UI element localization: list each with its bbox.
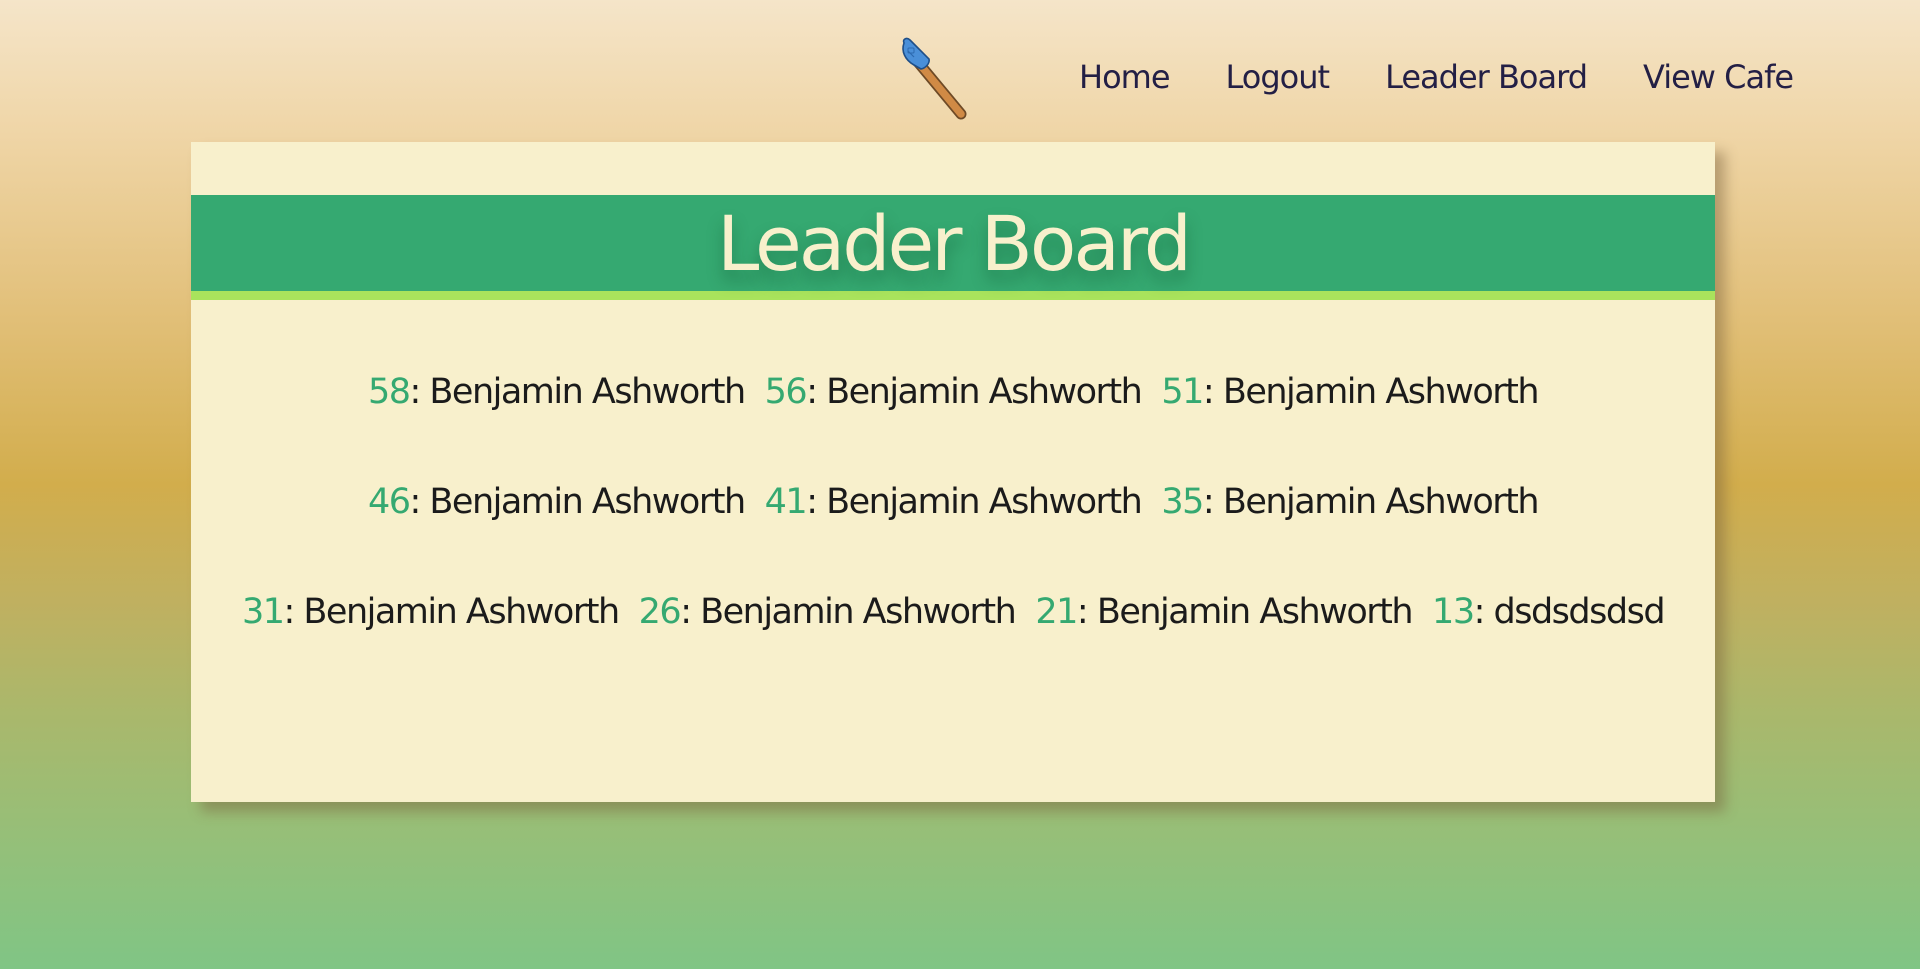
leaderboard-entry: 26: Benjamin Ashworth	[638, 580, 1017, 644]
entry-name: Benjamin Ashworth	[700, 592, 1017, 632]
entry-name: Benjamin Ashworth	[429, 482, 746, 522]
entry-name: Benjamin Ashworth	[429, 372, 746, 412]
entry-name: dsdsdsdsd	[1493, 592, 1666, 632]
entry-score: 31	[241, 592, 285, 632]
nav-home-link[interactable]: Home	[1079, 58, 1170, 96]
leaderboard-entry: 35: Benjamin Ashworth	[1161, 470, 1540, 534]
leaderboard-entry: 58: Benjamin Ashworth	[367, 360, 746, 424]
entry-separator: :	[283, 592, 304, 632]
entry-score: 26	[638, 592, 682, 632]
leaderboard-entry: 13: dsdsdsdsd	[1432, 580, 1666, 644]
entry-score: 56	[764, 372, 808, 412]
entry-score: 46	[367, 482, 411, 522]
entry-score: 58	[367, 372, 411, 412]
entry-score: 13	[1432, 592, 1475, 632]
entry-separator: :	[806, 482, 827, 522]
leaderboard-card: Leader Board 58: Benjamin Ashworth 56: B…	[191, 142, 1715, 802]
nav-logout-link[interactable]: Logout	[1226, 58, 1331, 96]
leaderboard-entry: 51: Benjamin Ashworth	[1161, 360, 1540, 424]
nav-leader-board-link[interactable]: Leader Board	[1385, 58, 1588, 96]
entry-name: Benjamin Ashworth	[826, 482, 1143, 522]
spatula-icon[interactable]	[895, 35, 970, 125]
entry-score: 21	[1035, 592, 1078, 632]
entry-separator: :	[1202, 372, 1223, 412]
entry-name: Benjamin Ashworth	[303, 592, 620, 632]
nav-view-cafe-link[interactable]: View Cafe	[1643, 58, 1794, 96]
title-banner: Leader Board	[191, 195, 1715, 300]
leaderboard-entry: 21: Benjamin Ashworth	[1035, 580, 1414, 644]
entry-separator: :	[409, 372, 430, 412]
leaderboard-entry: 41: Benjamin Ashworth	[764, 470, 1143, 534]
leaderboard-list: 58: Benjamin Ashworth 56: Benjamin Ashwo…	[231, 360, 1675, 644]
entry-separator: :	[1202, 482, 1223, 522]
nav-links: Home Logout Leader Board View Cafe	[1079, 58, 1794, 96]
entry-name: Benjamin Ashworth	[1096, 592, 1414, 632]
entry-name: Benjamin Ashworth	[1222, 482, 1540, 522]
top-navigation: Home Logout Leader Board View Cafe	[0, 0, 1920, 140]
entry-separator: :	[1076, 592, 1097, 632]
entry-score: 35	[1161, 482, 1204, 522]
entry-separator: :	[409, 482, 430, 522]
entry-score: 51	[1161, 372, 1204, 412]
leaderboard-entry: 31: Benjamin Ashworth	[241, 580, 620, 644]
leaderboard-entry: 56: Benjamin Ashworth	[764, 360, 1143, 424]
entry-score: 41	[764, 482, 808, 522]
entry-separator: :	[806, 372, 827, 412]
entry-separator: :	[1473, 592, 1494, 632]
entry-separator: :	[680, 592, 701, 632]
entry-name: Benjamin Ashworth	[1222, 372, 1540, 412]
entry-name: Benjamin Ashworth	[826, 372, 1143, 412]
leaderboard-entry: 46: Benjamin Ashworth	[367, 470, 746, 534]
page-title: Leader Board	[716, 199, 1192, 288]
